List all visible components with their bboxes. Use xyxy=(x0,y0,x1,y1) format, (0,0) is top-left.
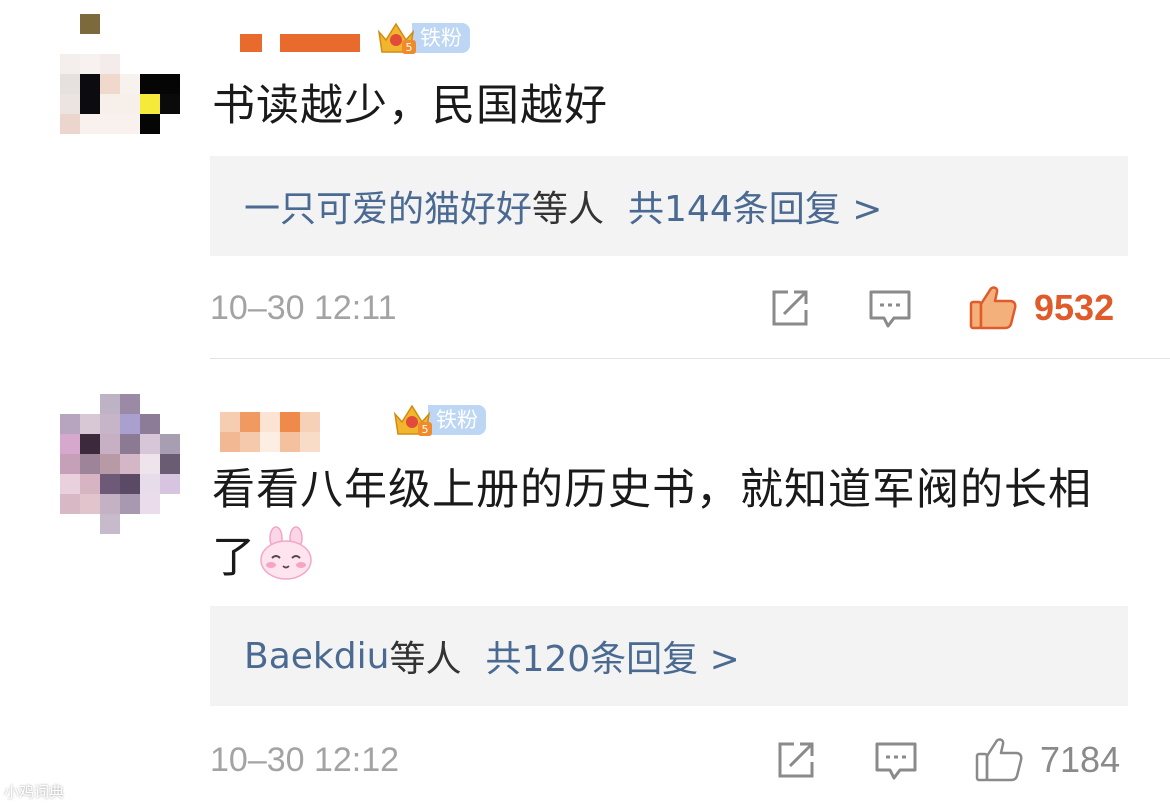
watermark: 小鸡词典 xyxy=(4,783,65,801)
comment-item: 5 铁粉 书读越少，民国越好 一只可爱的猫好好 等人 共144条回复 > 10–… xyxy=(0,0,1170,360)
badge-level: 5 xyxy=(406,41,413,54)
like-count: 7184 xyxy=(1040,739,1121,780)
badge-label: 铁粉 xyxy=(428,405,486,435)
reply-etc-text: 等人 xyxy=(389,639,462,680)
username[interactable] xyxy=(220,412,320,452)
comment-icon[interactable] xyxy=(874,738,918,782)
comment-body: 书读越少，民国越好 xyxy=(212,81,608,131)
timestamp: 10–30 12:11 xyxy=(210,289,397,327)
comment-body: 看看八年级上册的历史书，就知道军阀的长相了 xyxy=(212,465,1092,583)
repost-icon[interactable] xyxy=(768,286,812,330)
reply-user-link[interactable]: Baekdiu xyxy=(244,636,389,677)
avatar[interactable] xyxy=(60,394,180,534)
badge-label: 铁粉 xyxy=(412,23,470,53)
avatar[interactable] xyxy=(60,14,180,154)
comment-footer: 10–30 12:11 9532 xyxy=(210,278,1128,338)
bunny-blush-emoji xyxy=(258,526,314,580)
crown-icon: 5 xyxy=(376,20,416,56)
like-icon[interactable] xyxy=(968,282,1018,332)
comment-text: 看看八年级上册的历史书，就知道军阀的长相了 xyxy=(212,456,1102,592)
fan-badge[interactable]: 5 铁粉 xyxy=(392,402,486,438)
comment-item: 5 铁粉 看看八年级上册的历史书，就知道军阀的长相了 Baekdiu 等人 共1… xyxy=(0,360,1170,806)
view-replies-link[interactable]: 共120条回复 > xyxy=(485,630,739,682)
crown-icon: 5 xyxy=(392,402,432,438)
repost-icon[interactable] xyxy=(774,738,818,782)
view-replies-link[interactable]: 共144条回复 > xyxy=(628,180,882,232)
reply-etc-text: 等人 xyxy=(532,189,605,230)
fan-badge[interactable]: 5 铁粉 xyxy=(376,20,470,56)
timestamp: 10–30 12:12 xyxy=(210,741,400,779)
reply-summary[interactable]: 一只可爱的猫好好 等人 共144条回复 > xyxy=(210,156,1128,256)
comment-footer: 10–30 12:12 7184 xyxy=(210,730,1128,790)
divider xyxy=(210,358,1170,359)
like-count: 9532 xyxy=(1034,287,1115,328)
reply-user-link[interactable]: 一只可爱的猫好好 xyxy=(244,180,532,232)
reply-summary[interactable]: Baekdiu 等人 共120条回复 > xyxy=(210,606,1128,706)
comment-icon[interactable] xyxy=(868,286,912,330)
comment-text: 书读越少，民国越好 xyxy=(212,72,1112,140)
like-icon[interactable] xyxy=(974,734,1024,784)
username[interactable] xyxy=(240,34,362,68)
badge-level: 5 xyxy=(422,423,429,436)
